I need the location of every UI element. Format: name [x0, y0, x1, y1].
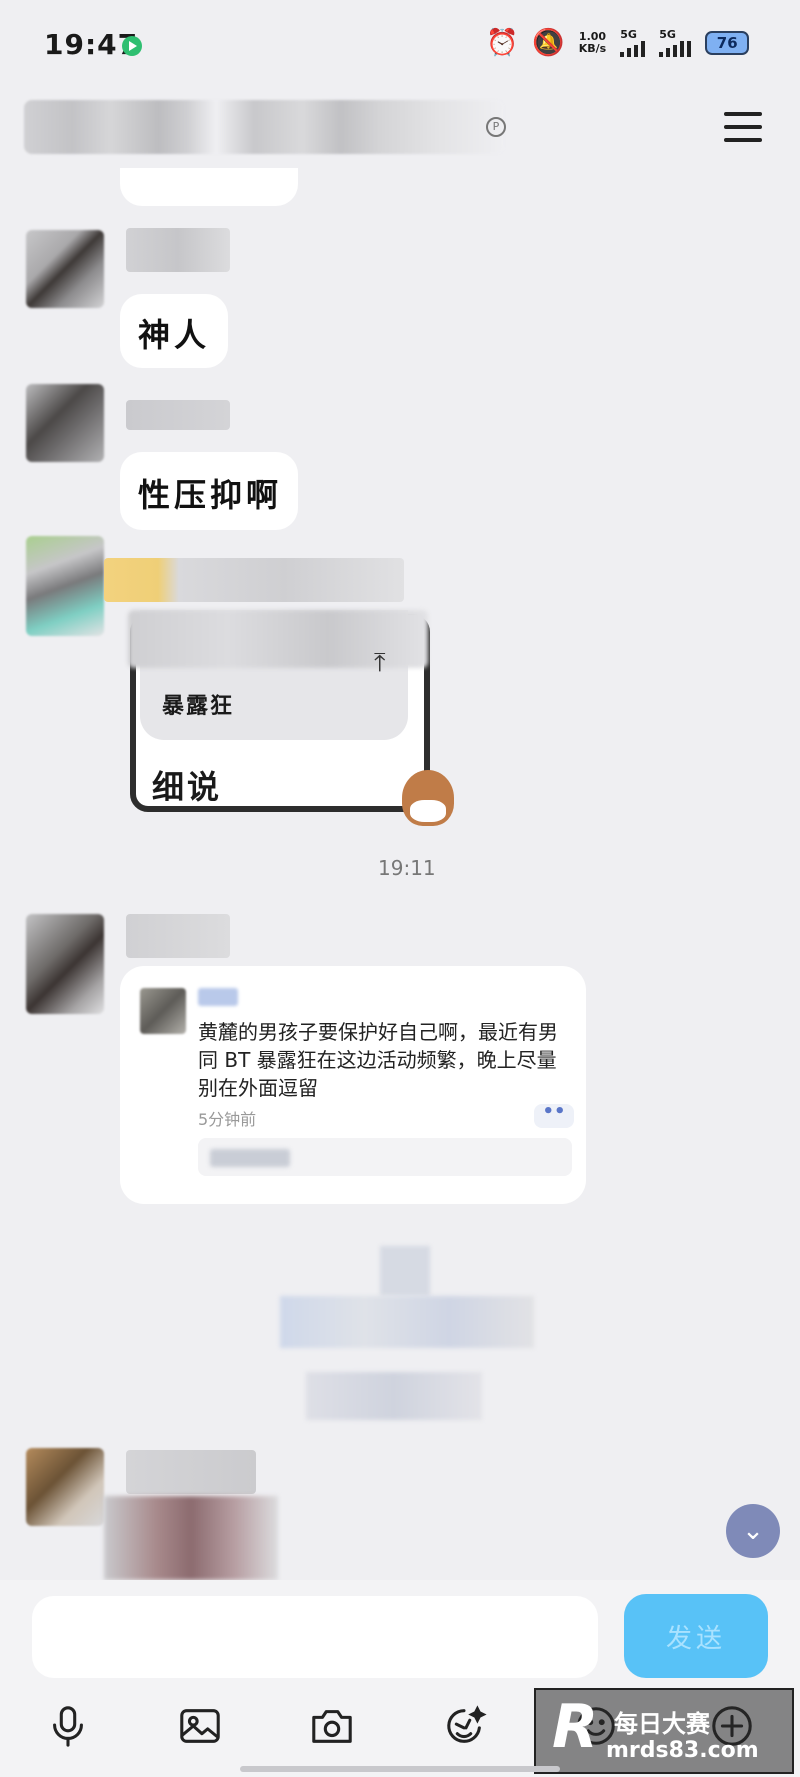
signal-bars-icon — [620, 41, 646, 57]
post-text: 黄麓的男孩子要保护好自己啊，最近有男同 BT 暴露狂在这边活动频繁，晚上尽量别在… — [198, 1020, 558, 1100]
scroll-to-bottom-button[interactable]: ⌄ — [726, 1504, 780, 1558]
net-speed-value: 1.00 — [578, 29, 607, 43]
alarm-icon: ⏰ — [486, 27, 519, 58]
signal-bars-icon — [659, 41, 692, 57]
signal-sim2: 5G — [659, 28, 692, 57]
avatar[interactable] — [26, 230, 104, 308]
message-bubble-partial[interactable] — [120, 168, 298, 206]
watermark-logo: R — [552, 1692, 599, 1762]
post-author-avatar — [140, 988, 186, 1034]
message-input[interactable] — [32, 1596, 598, 1678]
status-indicators: ⏰ 🔕 1.00 KB/s 5G 5G 76 — [486, 27, 750, 58]
sender-name-blurred — [126, 228, 230, 272]
sender-name-blurred — [126, 1450, 256, 1494]
avatar[interactable] — [26, 536, 104, 636]
system-notice-blurred — [380, 1246, 430, 1296]
time-divider: 19:11 — [378, 856, 436, 880]
message-text: 性压抑啊 — [138, 476, 283, 514]
info-icon[interactable]: P — [486, 117, 506, 137]
post-author-name-blurred — [198, 988, 238, 1006]
net-speed-unit: KB/s — [578, 41, 607, 55]
sender-name-blurred — [126, 400, 230, 430]
sender-name-blurred — [126, 914, 230, 958]
battery-indicator: 76 — [705, 30, 750, 55]
post-time: 5分钟前 — [198, 1110, 257, 1129]
post-source-blurred — [210, 1149, 290, 1167]
watermark-title: 每日大赛 — [614, 1710, 710, 1738]
image-message-blurred[interactable] — [104, 1496, 278, 1580]
sim1-label: 5G — [620, 28, 637, 41]
net-speed: 1.00 KB/s — [578, 29, 607, 55]
sim2-label: 5G — [659, 28, 676, 41]
sticker-quote-text: 暴露狂 — [162, 693, 235, 719]
signal-sim1: 5G — [620, 28, 646, 57]
play-app-icon — [122, 36, 142, 56]
mic-icon[interactable] — [42, 1700, 94, 1752]
sticker-character-icon — [402, 770, 454, 826]
message-text: 神人 — [138, 316, 211, 354]
more-options-button[interactable]: •• — [534, 1103, 574, 1128]
chat-title-blurred — [24, 100, 504, 154]
sticker-text: 细说 — [152, 768, 223, 806]
image-icon[interactable] — [174, 1700, 226, 1752]
system-notice-blurred — [280, 1296, 534, 1348]
camera-icon[interactable] — [306, 1700, 358, 1752]
watermark-url: mrds83.com — [606, 1738, 759, 1763]
avatar[interactable] — [26, 384, 104, 462]
bell-muted-icon: 🔕 — [532, 27, 565, 58]
avatar[interactable] — [26, 1448, 104, 1526]
sticker-icon[interactable] — [438, 1700, 490, 1752]
send-button[interactable]: 发送 — [624, 1594, 768, 1678]
home-indicator[interactable] — [240, 1766, 560, 1772]
system-notice-blurred — [306, 1372, 482, 1420]
menu-icon[interactable] — [724, 112, 762, 142]
pin-top-icon: ⤒ — [374, 648, 386, 678]
sender-name-blurred — [104, 558, 404, 602]
avatar[interactable] — [26, 914, 104, 1014]
